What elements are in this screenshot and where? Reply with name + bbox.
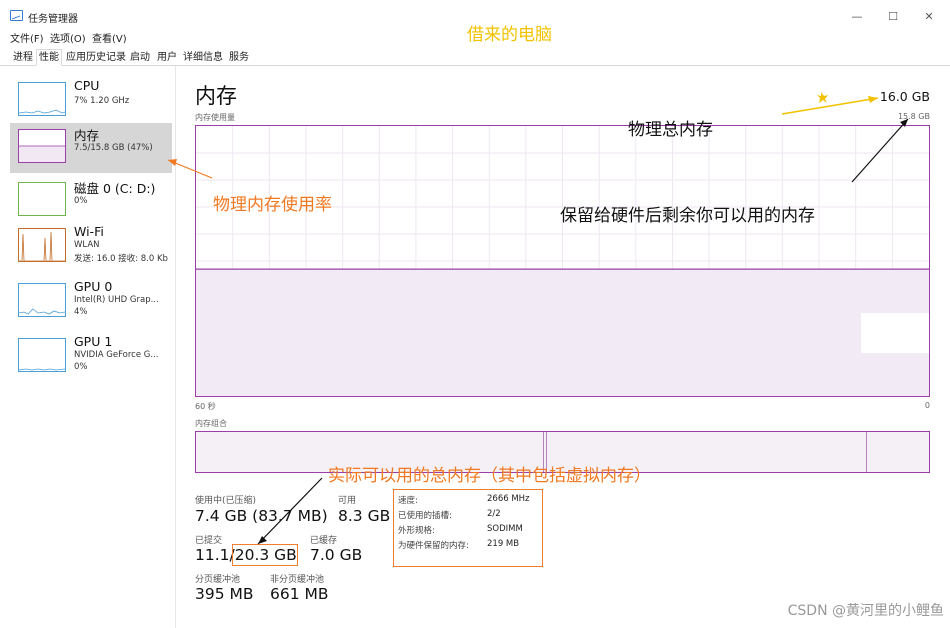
sidebar-item-label: 内存 (74, 128, 100, 143)
cached-label: 已缓存 (310, 536, 338, 546)
sidebar-item-label: GPU 0 (74, 279, 113, 294)
info-value: 2/2 (487, 509, 501, 519)
sidebar-item-detail: 7% 1.20 GHz (74, 96, 130, 106)
paged-pool-value: 395 MB (195, 585, 254, 603)
in-use-value: 7.4 GB (83.7 MB) (195, 507, 328, 525)
cached-value: 7.0 GB (310, 546, 363, 564)
sidebar-item-detail: 7.5/15.8 GB (47%) (74, 143, 153, 153)
watermark: CSDN @黄河里的小鲤鱼 (787, 603, 944, 619)
nonpaged-pool-value: 661 MB (270, 585, 329, 603)
info-key: 速度: (398, 496, 418, 506)
sidebar-item-wifi[interactable]: Wi-Fi WLAN 发送: 16.0 接收: 8.0 Kb (10, 222, 172, 272)
tab-startup[interactable]: 启动 (127, 49, 153, 66)
cover-patch (861, 313, 929, 353)
black-arrow-head (258, 536, 267, 544)
maximize-button[interactable]: ☐ (878, 8, 908, 26)
sidebar-item-disk[interactable]: 磁盘 0 (C: D:) 0% (10, 176, 172, 226)
info-key: 外形规格: (398, 526, 435, 536)
sidebar-item-memory[interactable]: 内存 7.5/15.8 GB (47%) (10, 123, 172, 173)
sidebar-item-label: GPU 1 (74, 334, 113, 349)
sidebar-item-detail: Intel(R) UHD Grap... (74, 295, 159, 305)
memory-usage-graph (195, 125, 930, 397)
sidebar-item-detail: 0% (74, 362, 88, 372)
info-key: 已使用的插槽: (398, 511, 452, 521)
sidebar-item-detail: 发送: 16.0 接收: 8.0 Kb (74, 254, 168, 264)
sidebar-item-detail: WLAN (74, 240, 100, 250)
annotation-physical-total: 物理总内存 (628, 120, 713, 140)
time-axis-end: 0 (924, 401, 930, 410)
in-use-label: 使用中(已压缩) (195, 496, 257, 506)
gpu1-thumbnail-graph (18, 338, 66, 372)
info-value: 2666 MHz (487, 494, 530, 504)
annotation-total-usable: 实际可以用的总内存（其中包括虚拟内存） (328, 466, 651, 486)
nonpaged-pool-label: 非分页缓冲池 (270, 575, 325, 585)
annotation-borrowed: 借来的电脑 (467, 25, 552, 45)
page-title: 内存 (195, 84, 237, 108)
sidebar-item-cpu[interactable]: CPU 7% 1.20 GHz (10, 76, 172, 126)
sidebar-item-detail: 0% (74, 196, 88, 206)
committed-label: 已提交 (195, 536, 223, 546)
menu-file[interactable]: 文件(F) (10, 30, 44, 45)
tab-bar: 进程 性能 应用历史记录 启动 用户 详细信息 服务 (0, 48, 950, 66)
gpu0-thumbnail-graph (18, 283, 66, 317)
memory-usage-chart (196, 126, 929, 396)
tab-app-history[interactable]: 应用历史记录 (63, 49, 129, 66)
tab-processes[interactable]: 进程 (10, 49, 36, 66)
menu-options[interactable]: 选项(O) (50, 30, 86, 45)
wifi-thumbnail-graph (18, 228, 66, 262)
sidebar-item-gpu0[interactable]: GPU 0 Intel(R) UHD Grap... 4% (10, 277, 172, 327)
disk-thumbnail-graph (18, 182, 66, 216)
info-value: 219 MB (487, 539, 520, 549)
yellow-arrow (781, 97, 879, 115)
memory-thumbnail-graph (18, 129, 66, 163)
annotation-physical-usage: 物理内存使用率 (213, 195, 332, 215)
annotation-remaining: 保留给硬件后剩余你可以用的内存 (560, 206, 815, 226)
tab-details[interactable]: 详细信息 (180, 49, 226, 66)
tab-services[interactable]: 服务 (226, 49, 252, 66)
time-axis-start: 60 秒 (195, 402, 216, 411)
committed-highlight-box (232, 544, 298, 566)
close-button[interactable]: ✕ (914, 8, 944, 26)
sidebar-item-label: 磁盘 0 (C: D:) (74, 181, 156, 196)
cpu-thumbnail-graph (18, 82, 66, 116)
yellow-star (817, 92, 828, 103)
tab-performance[interactable]: 性能 (36, 49, 62, 66)
yellow-arrow-head (868, 96, 878, 103)
available-value: 8.3 GB (338, 507, 391, 525)
sidebar-item-label: CPU (74, 78, 100, 93)
memory-usage-label: 内存使用量 (195, 113, 235, 122)
sidebar-item-detail: NVIDIA GeForce G... (74, 350, 159, 360)
sidebar-item-label: Wi-Fi (74, 224, 104, 239)
memory-usage-max: 15.8 GB (897, 112, 930, 121)
performance-sidebar: CPU 7% 1.20 GHz 内存 7.5/15.8 GB (47%) 磁盘 … (0, 66, 176, 628)
paged-pool-label: 分页缓冲池 (195, 575, 241, 585)
minimize-button[interactable]: — (842, 8, 872, 26)
task-manager-icon (10, 10, 23, 21)
menu-view[interactable]: 查看(V) (92, 30, 127, 45)
memory-info-table: 速度: 2666 MHz 已使用的插槽: 2/2 外形规格: SODIMM 为硬… (393, 489, 543, 567)
sidebar-item-gpu1[interactable]: GPU 1 NVIDIA GeForce G... 0% (10, 332, 172, 382)
tab-users[interactable]: 用户 (154, 49, 180, 66)
info-value: SODIMM (487, 524, 523, 534)
total-memory-value: 16.0 GB (879, 89, 930, 104)
available-label: 可用 (338, 496, 357, 506)
info-key: 为硬件保留的内存: (398, 541, 469, 551)
window-title: 任务管理器 (28, 14, 78, 25)
composition-divider (866, 432, 867, 472)
memory-usage-fill (196, 269, 929, 396)
sidebar-item-detail: 4% (74, 307, 88, 317)
memory-composition-label: 内存组合 (195, 419, 227, 428)
